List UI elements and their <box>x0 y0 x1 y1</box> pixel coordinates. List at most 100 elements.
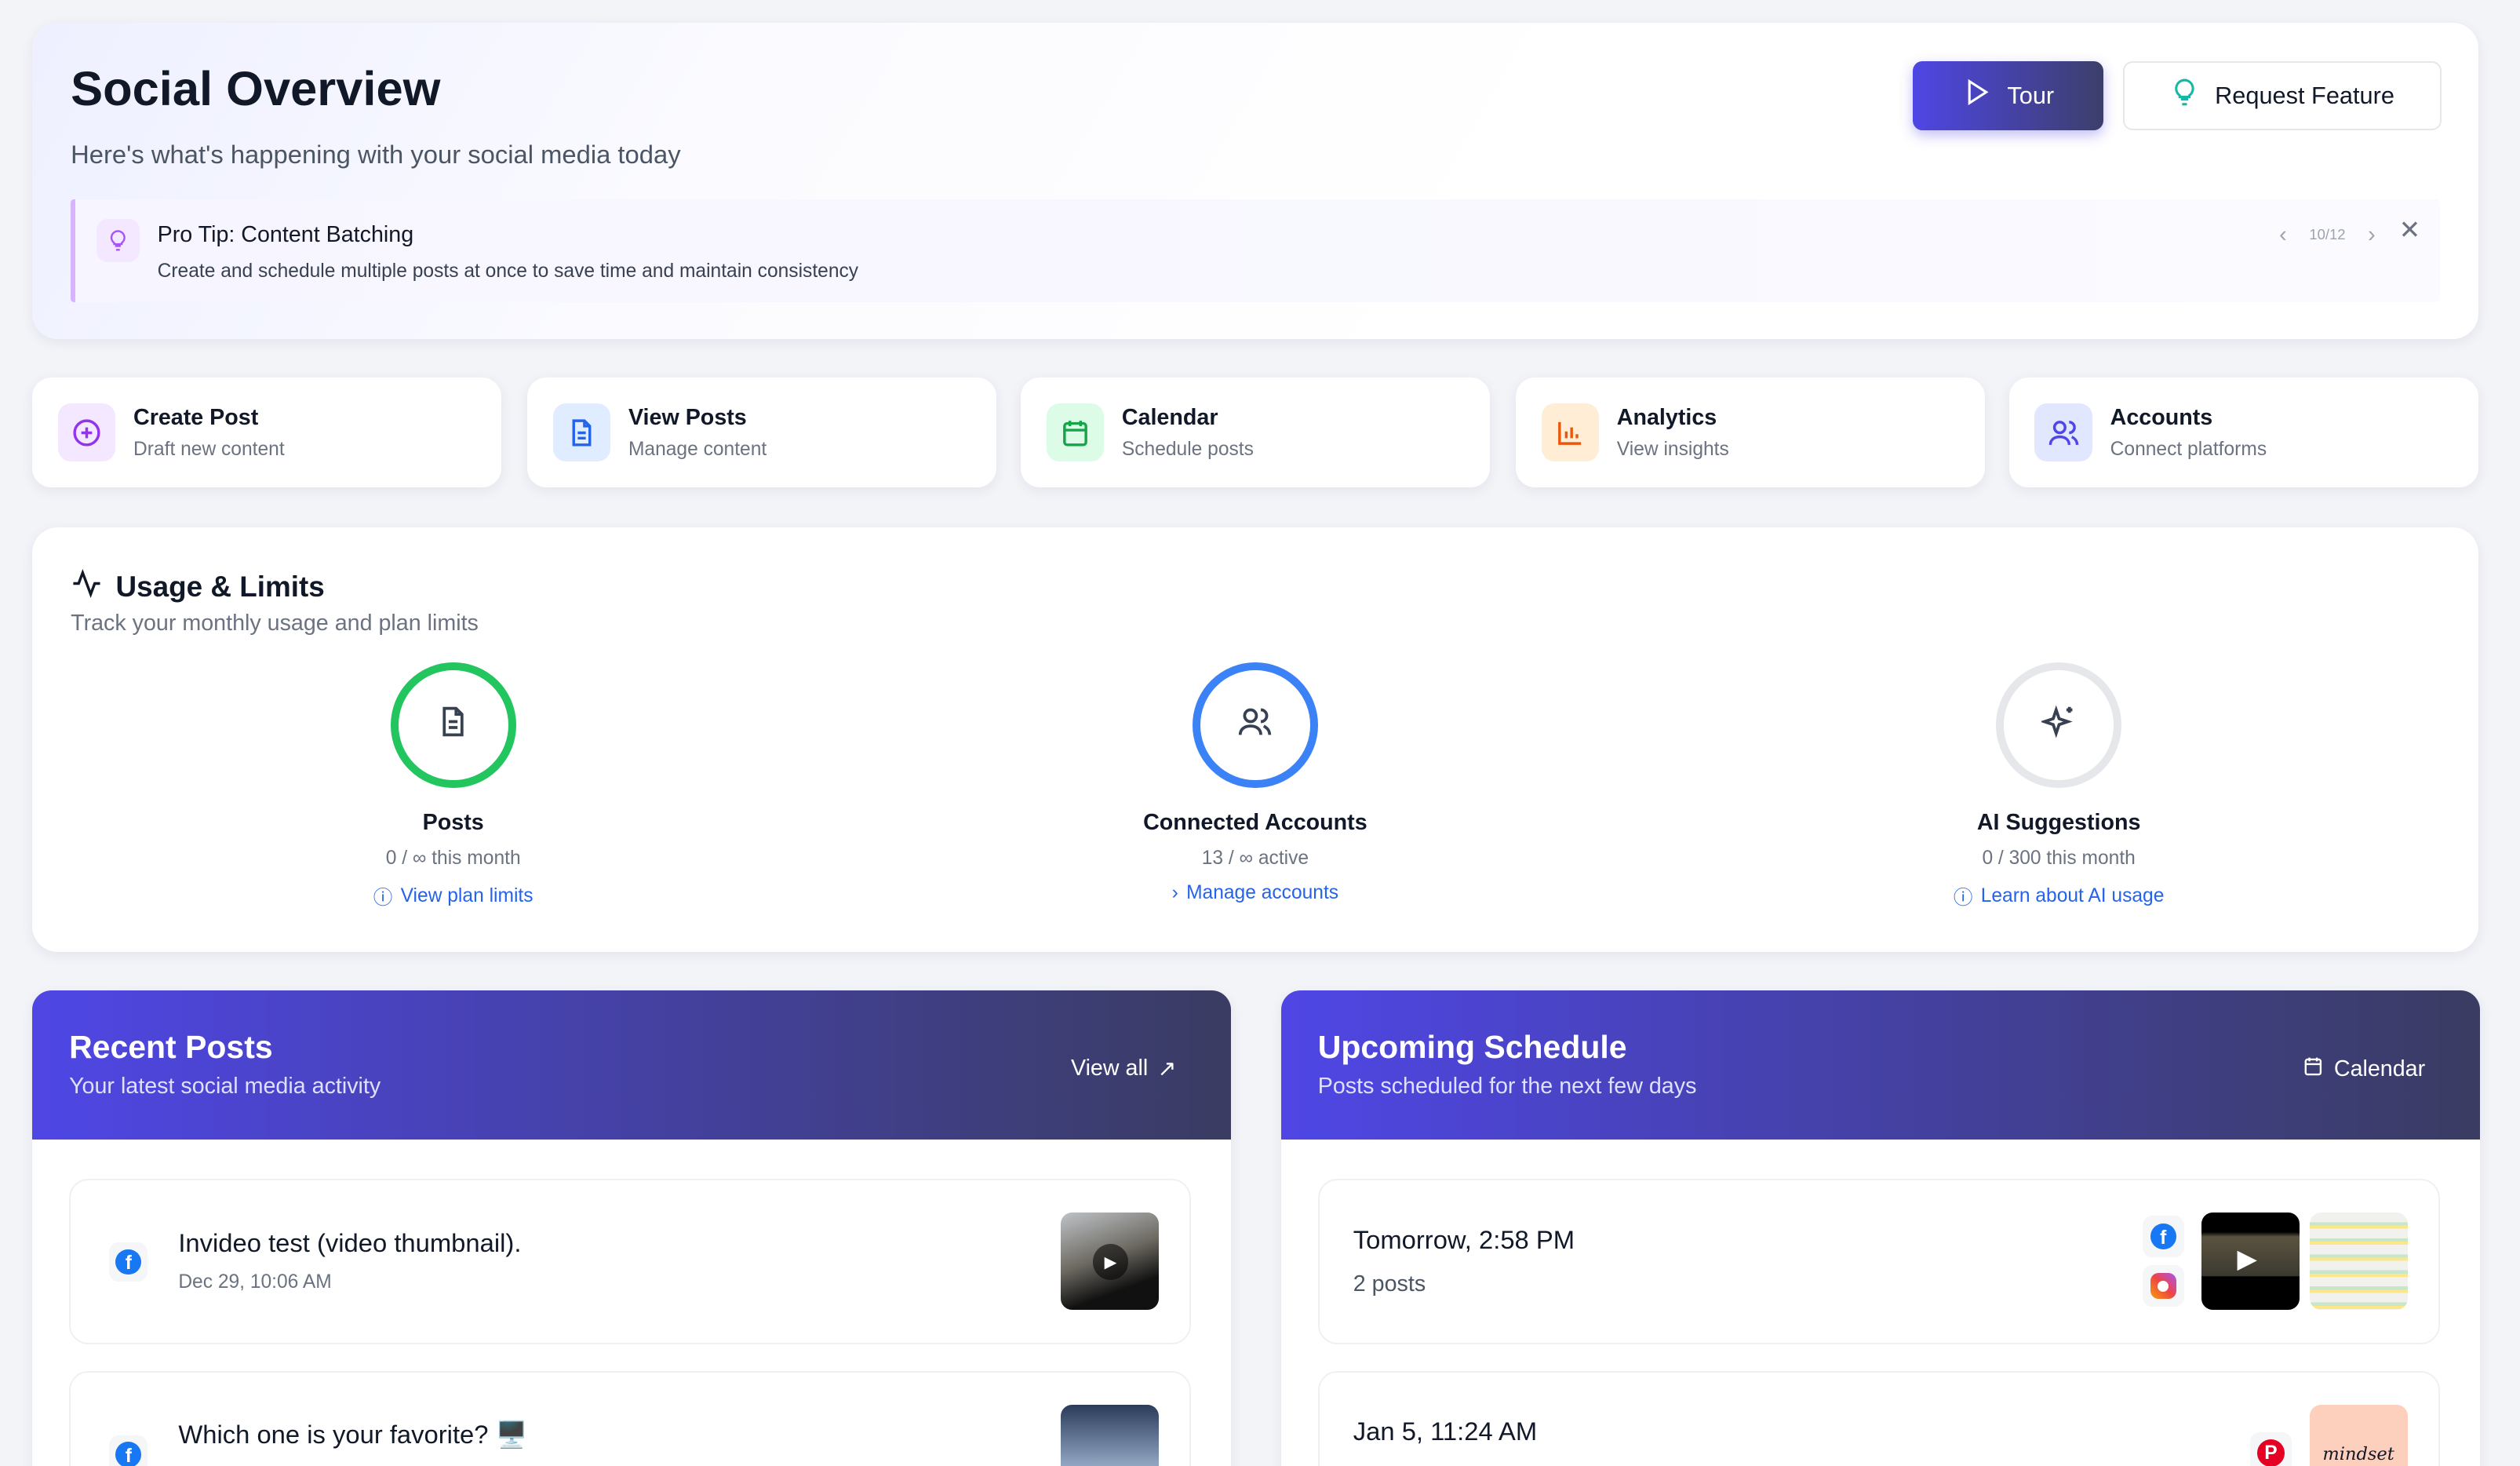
usage-stat: 13 / ∞ active <box>1014 848 1497 870</box>
quick-action-subtitle: Manage content <box>628 439 767 461</box>
manage-accounts-link[interactable]: › Manage accounts <box>1014 882 1497 904</box>
panel-title: Recent Posts <box>69 1029 273 1066</box>
view-all-label: View all <box>1071 1056 1148 1081</box>
document-icon <box>553 403 611 461</box>
usage-posts: Posts 0 / ∞ this month ⓘ View plan limits <box>212 662 694 910</box>
ai-ring <box>1996 662 2121 788</box>
lightbulb-icon <box>97 219 140 262</box>
usage-label: Connected Accounts <box>1014 810 1497 836</box>
quick-action-create-post[interactable]: Create Post Draft new content <box>32 377 501 487</box>
chevron-right-icon: › <box>1172 882 1178 904</box>
arrow-up-right-icon: ↗ <box>1157 1055 1176 1082</box>
video-thumbnail[interactable]: ▶ <box>1061 1213 1159 1311</box>
request-feature-label: Request Feature <box>2215 82 2394 110</box>
tip-title: Pro Tip: Content Batching <box>158 222 414 248</box>
view-all-button[interactable]: View all ↗ <box>1071 1055 1177 1082</box>
info-icon: ⓘ <box>1954 882 1973 910</box>
post-text: Which one is your favorite? 🖥️ <box>178 1420 527 1450</box>
quick-action-view-posts[interactable]: View Posts Manage content <box>527 377 996 487</box>
usage-ai-suggestions: AI Suggestions 0 / 300 this month ⓘ Learn… <box>1818 662 2300 910</box>
pinterest-icon: P <box>2250 1432 2292 1466</box>
quick-action-subtitle: Schedule posts <box>1122 439 1254 461</box>
quick-action-subtitle: Draft new content <box>133 439 285 461</box>
link-label: View plan limits <box>401 885 533 907</box>
learn-ai-usage-link[interactable]: ⓘ Learn about AI usage <box>1818 882 2300 910</box>
post-thumbnail[interactable] <box>1061 1405 1159 1466</box>
thumbnail-text: mindset <box>2322 1444 2394 1464</box>
schedule-slot[interactable]: Tomorrow, 2:58 PM 2 posts f ▶ <box>1318 1179 2440 1344</box>
activity-icon <box>71 567 103 607</box>
link-label: Manage accounts <box>1186 882 1338 904</box>
chevron-left-icon[interactable]: ‹ <box>2279 222 2287 248</box>
quick-action-title: Accounts <box>2110 405 2213 431</box>
usage-label: Posts <box>212 810 694 836</box>
quick-action-analytics[interactable]: Analytics View insights <box>1516 377 1985 487</box>
mindset-thumbnail[interactable]: mindset <box>2310 1405 2408 1466</box>
infographic-thumbnail[interactable] <box>2310 1213 2408 1311</box>
play-icon: ▶ <box>2237 1244 2256 1274</box>
calendar-icon <box>2302 1055 2325 1084</box>
post-text: Invideo test (video thumbnail). <box>178 1228 521 1258</box>
tip-counter: 10/12 <box>2309 226 2345 243</box>
slot-time: Tomorrow, 2:58 PM <box>1353 1225 1575 1255</box>
post-item[interactable]: f Invideo test (video thumbnail). Dec 29… <box>69 1179 1191 1344</box>
post-date: Dec 29, 10:06 AM <box>178 1271 331 1293</box>
usage-limits-card: Usage & Limits Track your monthly usage … <box>32 527 2478 952</box>
play-icon <box>1962 78 1991 113</box>
post-item[interactable]: f Which one is your favorite? 🖥️ <box>69 1371 1191 1466</box>
panel-subtitle: Posts scheduled for the next few days <box>1318 1074 1697 1100</box>
slot-count: 2 posts <box>1353 1271 1426 1297</box>
usage-stat: 0 / 300 this month <box>1818 848 2300 870</box>
lightbulb-icon <box>2170 78 2199 113</box>
tip-description: Create and schedule multiple posts at on… <box>158 261 859 283</box>
users-icon <box>1237 704 1273 746</box>
header-card: Social Overview Here's what's happening … <box>32 23 2478 340</box>
quick-action-subtitle: View insights <box>1617 439 1729 461</box>
posts-ring <box>391 662 516 788</box>
calendar-button[interactable]: Calendar <box>2302 1055 2425 1084</box>
quick-action-title: Calendar <box>1122 405 1218 431</box>
calendar-icon <box>1047 403 1105 461</box>
quick-action-title: View Posts <box>628 405 747 431</box>
usage-title: Usage & Limits <box>115 571 324 604</box>
quick-action-calendar[interactable]: Calendar Schedule posts <box>1021 377 1490 487</box>
page-title: Social Overview <box>71 61 440 117</box>
accounts-ring <box>1193 662 1318 788</box>
document-icon <box>435 704 471 746</box>
tour-button[interactable]: Tour <box>1913 61 2104 130</box>
sparkles-icon <box>2041 704 2077 746</box>
bar-chart-icon <box>1542 403 1600 461</box>
usage-label: AI Suggestions <box>1818 810 2300 836</box>
facebook-icon: f <box>109 1242 147 1281</box>
tour-label: Tour <box>2007 82 2054 110</box>
chevron-right-icon[interactable]: › <box>2368 222 2376 248</box>
help-circle-icon: ⓘ <box>373 882 393 910</box>
page-subtitle: Here's what's happening with your social… <box>71 140 680 170</box>
request-feature-button[interactable]: Request Feature <box>2123 61 2442 130</box>
usage-connected-accounts: Connected Accounts 13 / ∞ active › Manage… <box>1014 662 1497 904</box>
instagram-icon <box>2143 1265 2184 1307</box>
plus-circle-icon <box>58 403 116 461</box>
pro-tip-banner: Pro Tip: Content Batching Create and sch… <box>71 199 2439 302</box>
facebook-icon: f <box>109 1435 147 1466</box>
close-icon[interactable]: ✕ <box>2399 215 2420 245</box>
recent-posts-panel: Recent Posts Your latest social media ac… <box>32 990 1231 1466</box>
link-label: Learn about AI usage <box>1981 885 2165 907</box>
users-icon <box>2034 403 2092 461</box>
quick-action-accounts[interactable]: Accounts Connect platforms <box>2009 377 2478 487</box>
upcoming-schedule-panel: Upcoming Schedule Posts scheduled for th… <box>1281 990 2480 1466</box>
facebook-icon: f <box>2143 1216 2184 1257</box>
usage-subtitle: Track your monthly usage and plan limits <box>71 611 479 636</box>
play-icon: ▶ <box>1093 1244 1128 1279</box>
quick-action-subtitle: Connect platforms <box>2110 439 2267 461</box>
panel-title: Upcoming Schedule <box>1318 1029 1627 1066</box>
quick-action-title: Create Post <box>133 405 258 431</box>
slot-time: Jan 5, 11:24 AM <box>1353 1417 1537 1446</box>
quick-action-title: Analytics <box>1617 405 1717 431</box>
view-plan-limits-link[interactable]: ⓘ View plan limits <box>212 882 694 910</box>
schedule-slot[interactable]: Jan 5, 11:24 AM P mindset <box>1318 1371 2440 1466</box>
usage-stat: 0 / ∞ this month <box>212 848 694 870</box>
video-thumbnail[interactable]: ▶ <box>2201 1213 2300 1311</box>
calendar-label: Calendar <box>2334 1056 2425 1082</box>
panel-subtitle: Your latest social media activity <box>69 1074 381 1100</box>
